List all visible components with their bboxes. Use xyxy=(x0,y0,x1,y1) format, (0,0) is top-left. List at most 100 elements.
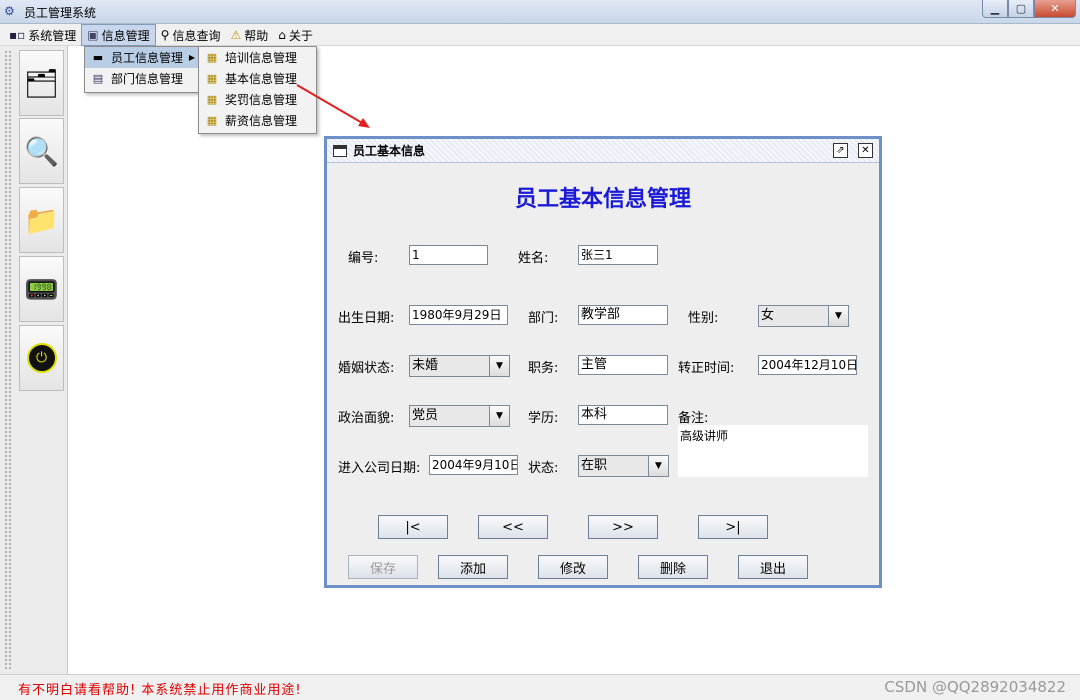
position-field[interactable]: 主管 xyxy=(578,355,668,375)
exit-button[interactable]: 退出 xyxy=(738,555,808,579)
save-button[interactable]: 保存 xyxy=(348,555,418,579)
status-select[interactable]: 在职 ▼ xyxy=(578,455,669,477)
menu-label: 帮助 xyxy=(244,28,269,43)
list-icon: ▬ xyxy=(92,51,104,64)
menu-label: 信息查询 xyxy=(172,28,221,43)
regular-label: 转正时间: xyxy=(678,361,735,376)
db-icon: ▤ xyxy=(92,72,104,85)
name-label: 姓名: xyxy=(518,251,549,266)
prev-record-button[interactable]: << xyxy=(478,515,548,539)
chevron-down-icon[interactable]: ▼ xyxy=(828,306,848,326)
menu-item-employee-info[interactable]: ▬ 员工信息管理 ▶ xyxy=(85,47,199,68)
id-field[interactable]: 1 xyxy=(409,245,488,265)
folder-key-icon[interactable]: 📁 xyxy=(19,187,64,253)
menu-label: 系统管理 xyxy=(28,28,77,43)
birth-field[interactable]: 1980年9月29日 xyxy=(409,305,508,325)
join-date-field[interactable]: 2004年9月10日 xyxy=(429,455,518,475)
menu-help[interactable]: ⚠ 帮助 xyxy=(225,24,273,46)
form-heading: 员工基本信息管理 xyxy=(514,186,691,212)
window-title: 员工管理系统 xyxy=(24,6,97,20)
political-value: 党员 xyxy=(412,408,439,423)
dept-label: 部门: xyxy=(528,311,559,326)
menu-query[interactable]: ⚲ 信息查询 xyxy=(156,24,226,46)
watermark: CSDN @QQ2892034822 xyxy=(884,678,1066,696)
maximize-icon[interactable]: ⇗ xyxy=(833,143,848,158)
window-icon: ▦ xyxy=(206,72,218,85)
folder-edit-icon[interactable]: 🗂 xyxy=(19,50,64,116)
left-toolbar: 🗂 🔍 📁 📟 ⏻ xyxy=(0,46,68,674)
menu-item-label: 员工信息管理 xyxy=(111,51,184,65)
position-label: 职务: xyxy=(528,361,559,376)
chevron-down-icon[interactable]: ▼ xyxy=(489,406,509,426)
window-icon: ▦ xyxy=(206,93,218,106)
menu-system[interactable]: ▪▫ 系统管理 xyxy=(4,24,81,46)
toolbar-grip[interactable] xyxy=(4,50,12,670)
marital-select[interactable]: 未婚 ▼ xyxy=(409,355,510,377)
pda-icon[interactable]: 📟 xyxy=(19,256,64,322)
minimize-button[interactable]: ▁ xyxy=(982,0,1008,18)
add-button[interactable]: 添加 xyxy=(438,555,508,579)
menu-info[interactable]: ▣ 信息管理 xyxy=(81,24,156,46)
marital-value: 未婚 xyxy=(412,358,439,373)
maximize-button[interactable]: ▢ xyxy=(1008,0,1034,18)
remark-label: 备注: xyxy=(678,411,709,426)
menu-item-salary[interactable]: ▦ 薪资信息管理 xyxy=(199,110,316,131)
menu-item-label: 培训信息管理 xyxy=(225,51,298,65)
system-icon: ▪▫ xyxy=(9,28,26,42)
birth-label: 出生日期: xyxy=(338,311,395,326)
employee-basic-info-frame: 员工基本信息 ⇗ ✕ 员工基本信息管理 编号: 1 姓名: 张三1 出生日期: … xyxy=(324,136,882,588)
id-label: 编号: xyxy=(348,251,379,266)
join-label: 进入公司日期: xyxy=(338,461,421,476)
menu-item-label: 奖罚信息管理 xyxy=(225,93,298,107)
marital-label: 婚姻状态: xyxy=(338,361,395,376)
menu-item-reward[interactable]: ▦ 奖罚信息管理 xyxy=(199,89,316,110)
power-icon[interactable]: ⏻ xyxy=(19,325,64,391)
education-label: 学历: xyxy=(528,411,559,426)
menu-item-label: 薪资信息管理 xyxy=(225,114,298,128)
menu-item-training[interactable]: ▦ 培训信息管理 xyxy=(199,47,316,68)
status-value: 在职 xyxy=(581,458,608,473)
window-icon: ▦ xyxy=(206,114,218,127)
info-icon: ▣ xyxy=(87,28,99,42)
close-icon[interactable]: ✕ xyxy=(858,143,873,158)
home-icon: ⌂ xyxy=(278,28,286,42)
gender-value: 女 xyxy=(761,308,775,323)
app-icon: ⚙ xyxy=(4,4,15,18)
dept-field[interactable]: 教学部 xyxy=(578,305,668,325)
status-message: 有不明白请看帮助! 本系统禁止用作商业用途! xyxy=(18,683,302,698)
political-select[interactable]: 党员 ▼ xyxy=(409,405,510,427)
remark-textarea[interactable]: 高级讲师 xyxy=(678,425,868,477)
next-record-button[interactable]: >> xyxy=(588,515,658,539)
regular-date-field[interactable]: 2004年12月10日 xyxy=(758,355,857,375)
edit-button[interactable]: 修改 xyxy=(538,555,608,579)
education-field[interactable]: 本科 xyxy=(578,405,668,425)
status-bar: 有不明白请看帮助! 本系统禁止用作商业用途! CSDN @QQ289203482… xyxy=(0,674,1080,700)
last-record-button[interactable]: >| xyxy=(698,515,768,539)
first-record-button[interactable]: |< xyxy=(378,515,448,539)
menu-item-label: 部门信息管理 xyxy=(111,72,184,86)
window-titlebar: ⚙ 员工管理系统 ▁ ▢ ✕ xyxy=(0,0,1080,24)
name-field[interactable]: 张三1 xyxy=(578,245,658,265)
frame-title: 员工基本信息 xyxy=(353,144,426,158)
chevron-down-icon[interactable]: ▼ xyxy=(648,456,668,476)
close-button[interactable]: ✕ xyxy=(1034,0,1076,18)
menu-bar: ▪▫ 系统管理 ▣ 信息管理 ⚲ 信息查询 ⚠ 帮助 ⌂ 关于 xyxy=(0,24,1080,46)
menu-item-basic[interactable]: ▦ 基本信息管理 xyxy=(199,68,316,89)
menu-about[interactable]: ⌂ 关于 xyxy=(273,24,318,46)
info-submenu: ▬ 员工信息管理 ▶ ▤ 部门信息管理 xyxy=(84,46,200,93)
status-label: 状态: xyxy=(528,461,559,476)
window-icon: ▦ xyxy=(206,51,218,64)
delete-button[interactable]: 删除 xyxy=(638,555,708,579)
magnifier-icon[interactable]: 🔍 xyxy=(19,118,64,184)
warning-icon: ⚠ xyxy=(230,28,242,42)
frame-titlebar[interactable]: 员工基本信息 ⇗ ✕ xyxy=(327,139,879,163)
political-label: 政治面貌: xyxy=(338,411,395,426)
gender-select[interactable]: 女 ▼ xyxy=(758,305,849,327)
chevron-down-icon[interactable]: ▼ xyxy=(489,356,509,376)
menu-label: 信息管理 xyxy=(101,28,150,43)
window-icon xyxy=(333,144,347,157)
employee-submenu: ▦ 培训信息管理 ▦ 基本信息管理 ▦ 奖罚信息管理 ▦ 薪资信息管理 xyxy=(198,46,317,134)
menu-item-dept-info[interactable]: ▤ 部门信息管理 xyxy=(85,68,199,89)
menu-item-label: 基本信息管理 xyxy=(225,72,298,86)
window-controls: ▁ ▢ ✕ xyxy=(982,0,1076,18)
